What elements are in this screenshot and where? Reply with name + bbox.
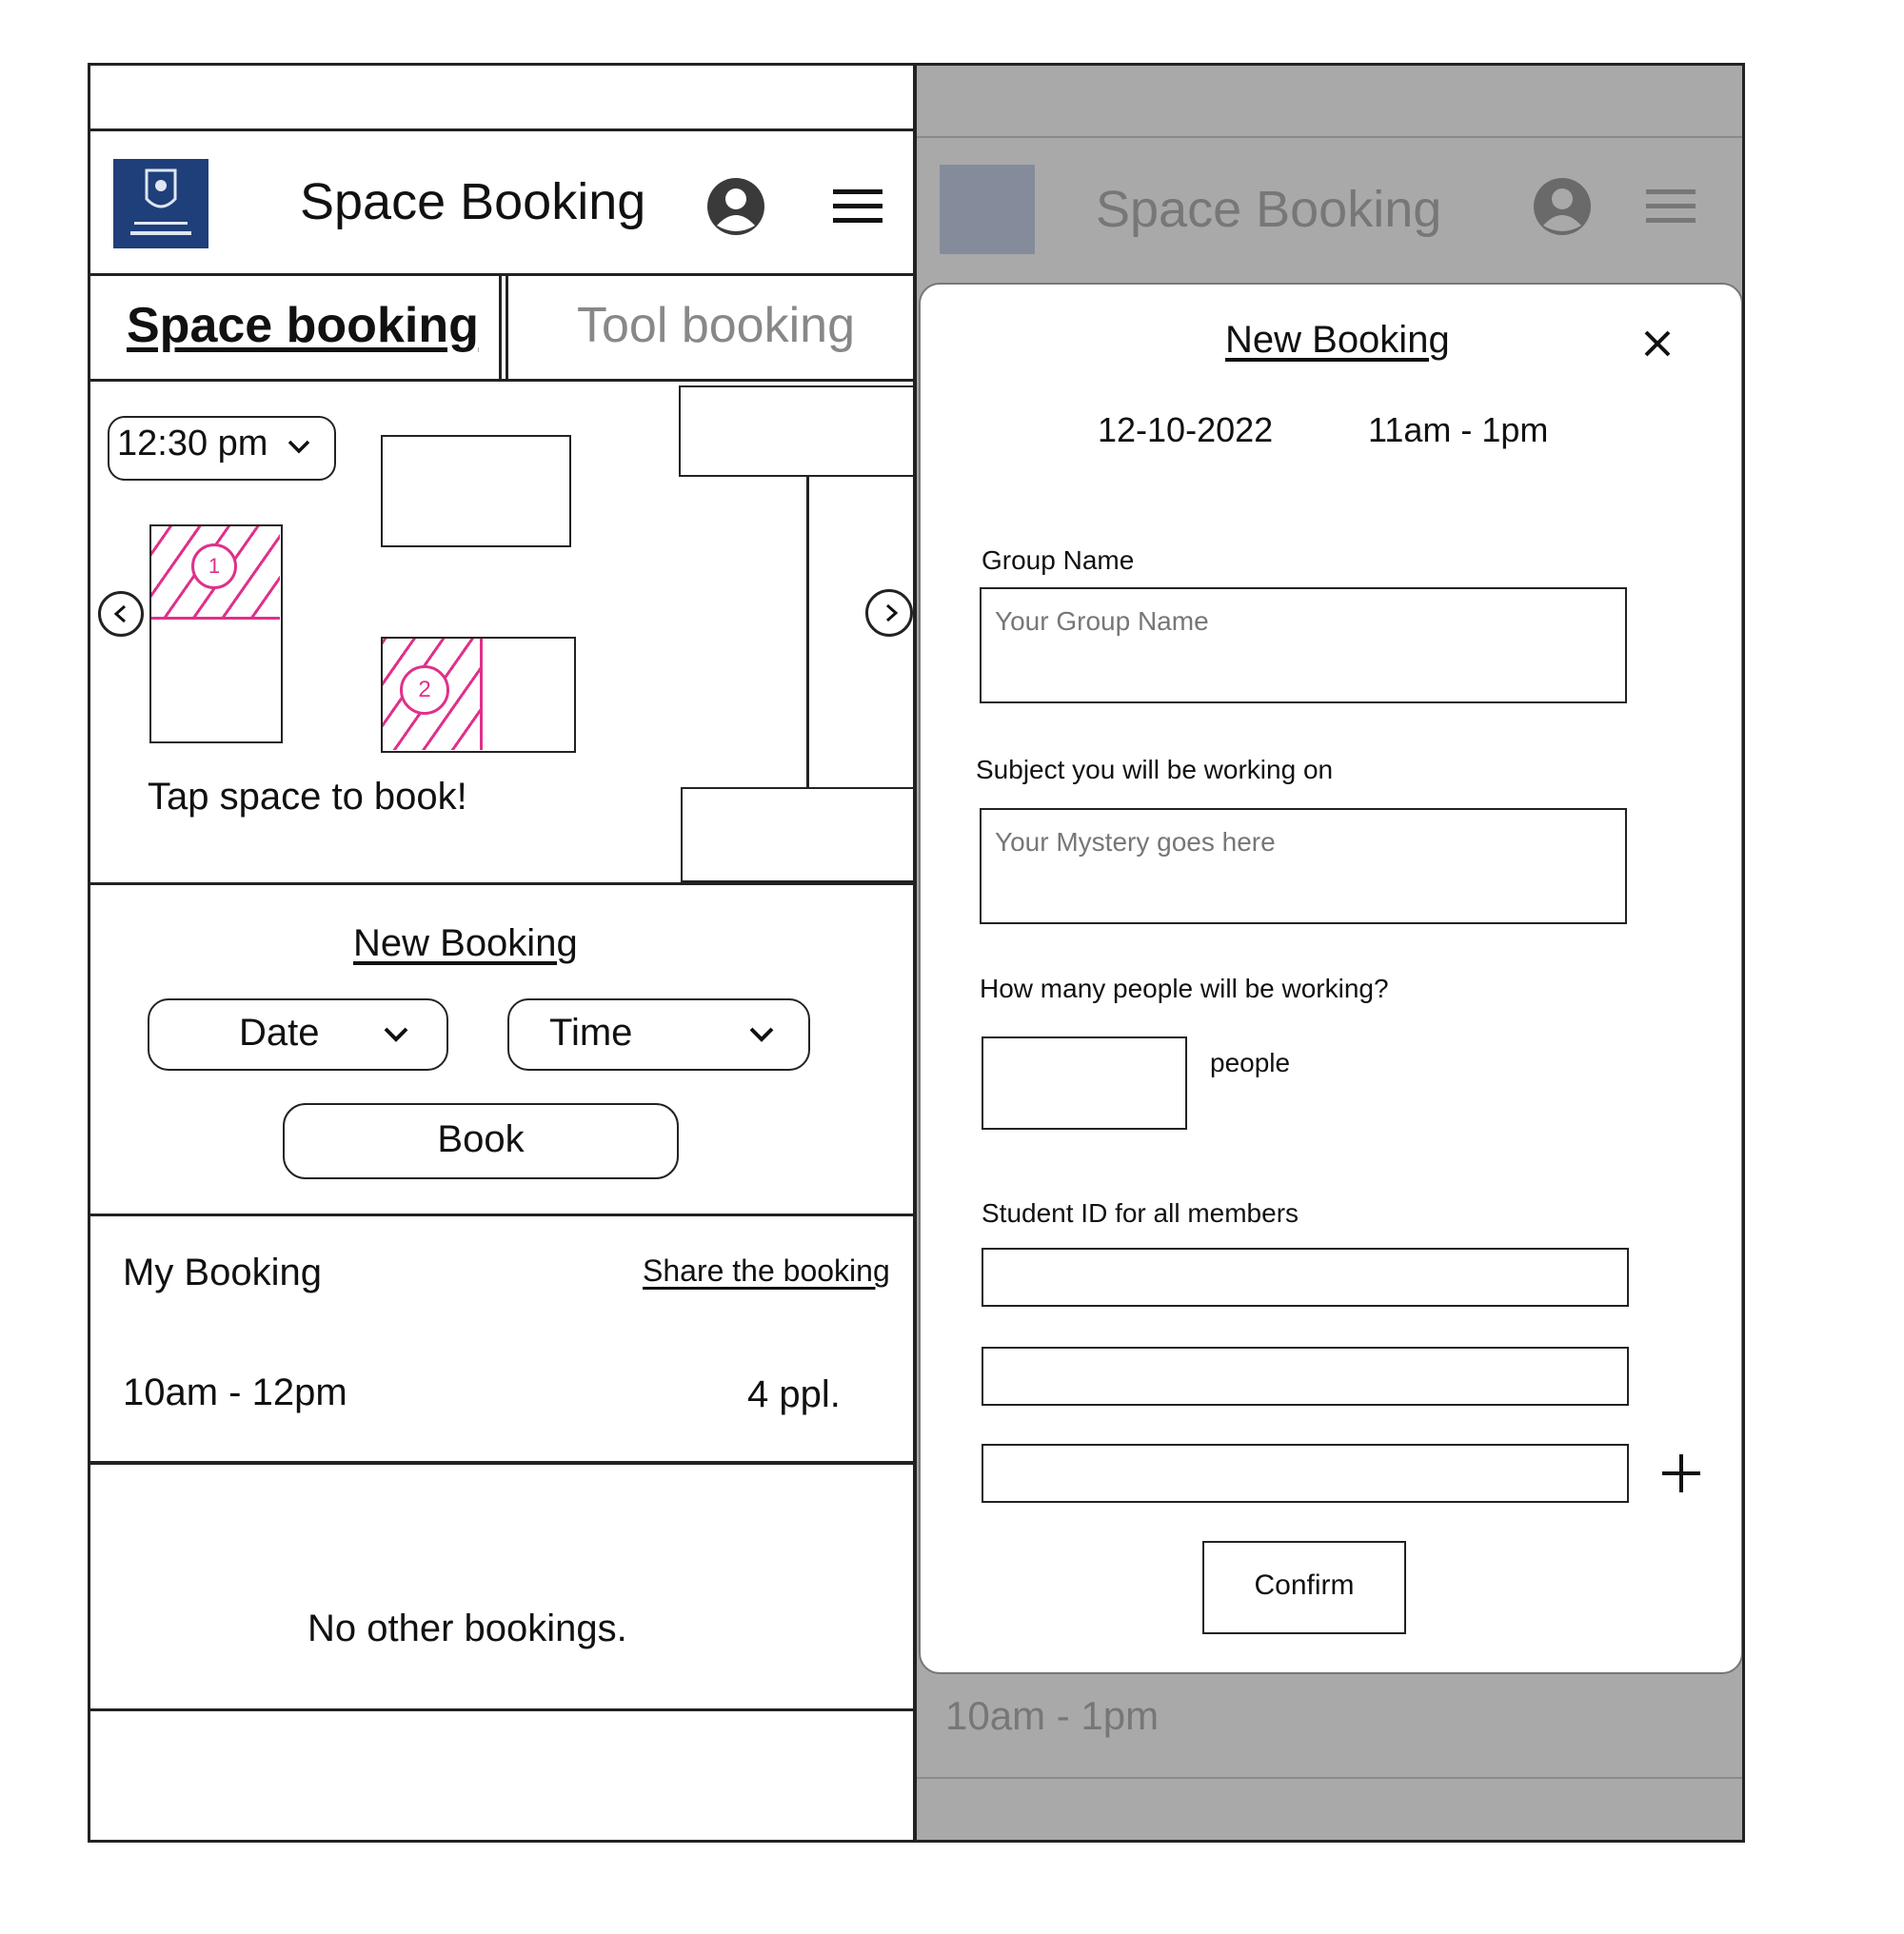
add-member-icon[interactable] (1659, 1451, 1703, 1495)
header-divider (90, 128, 913, 131)
student-id-input[interactable] (982, 1248, 1629, 1307)
modal-title: New Booking (1225, 319, 1450, 361)
overlay-header-divider (917, 136, 1742, 138)
group-name-label: Group Name (982, 545, 1135, 575)
time-select-booking[interactable]: Time (507, 998, 810, 1071)
left-screen: Space Booking Space booking Tool booking… (88, 63, 916, 1843)
space-table-a[interactable] (381, 435, 571, 547)
modal-time: 11am - 1pm (1368, 410, 1549, 449)
space-1[interactable]: 1 (149, 524, 283, 743)
share-booking-link[interactable]: Share the booking (643, 1253, 890, 1289)
group-name-input[interactable]: Your Group Name (980, 587, 1627, 703)
my-booking-time: 10am - 12pm (123, 1372, 347, 1413)
time-select-booking-label: Time (549, 1012, 633, 1054)
student-id-input[interactable] (982, 1347, 1629, 1406)
space-2[interactable]: 2 (381, 637, 576, 753)
student-id-label: Student ID for all members (982, 1198, 1299, 1228)
tab-tool-booking[interactable]: Tool booking (506, 276, 913, 379)
space-2-number: 2 (418, 677, 431, 702)
space-3[interactable] (679, 385, 913, 477)
subject-placeholder: Your Mystery goes here (995, 827, 1276, 857)
chevron-left-icon (113, 604, 126, 623)
map-next-button[interactable] (865, 589, 913, 637)
header-title: Space Booking (300, 173, 646, 230)
confirm-button[interactable]: Confirm (1202, 1541, 1406, 1634)
modal-date: 12-10-2022 (1098, 410, 1274, 449)
right-screen: Space Booking 10am - 1pm New Booking 12-… (914, 63, 1745, 1843)
chevron-down-icon (287, 437, 311, 461)
account-icon[interactable] (705, 176, 766, 237)
chevron-down-icon (749, 1027, 774, 1042)
hamburger-menu-icon (1644, 187, 1697, 226)
bottom-divider (90, 1708, 913, 1711)
people-unit: people (1210, 1048, 1291, 1077)
student-id-input[interactable] (982, 1444, 1629, 1503)
space-1-number: 1 (208, 554, 221, 578)
book-button-label: Book (437, 1118, 525, 1160)
other-bookings-text: No other bookings. (307, 1608, 627, 1649)
tab-space-booking-label: Space booking (127, 298, 479, 353)
hamburger-menu-icon[interactable] (831, 187, 884, 226)
chevron-right-icon (886, 603, 899, 622)
space-2-badge: 2 (400, 665, 449, 715)
space-4[interactable] (681, 787, 913, 882)
new-booking-title: New Booking (353, 922, 578, 964)
group-name-placeholder: Your Group Name (995, 606, 1209, 636)
wall-vertical (806, 477, 809, 789)
tabs-divider (90, 379, 913, 385)
confirm-button-label: Confirm (1254, 1569, 1355, 1601)
book-button[interactable]: Book (283, 1103, 679, 1179)
account-icon (1532, 176, 1593, 237)
chevron-down-icon (384, 1027, 408, 1042)
date-select[interactable]: Date (148, 998, 448, 1071)
close-icon[interactable] (1640, 326, 1675, 361)
map-hint: Tap space to book! (148, 776, 467, 818)
behind-booking-time: 10am - 1pm (945, 1693, 1160, 1738)
my-booking-title: My Booking (123, 1252, 322, 1293)
time-select-value: 12:30 pm (117, 424, 268, 464)
map-prev-button[interactable] (98, 591, 144, 637)
new-booking-divider (90, 1214, 913, 1216)
space-1-badge: 1 (191, 543, 237, 589)
university-crest-icon (113, 159, 208, 248)
overlay-header-title: Space Booking (1096, 181, 1442, 238)
new-booking-modal: New Booking 12-10-2022 11am - 1pm Group … (919, 283, 1742, 1674)
people-count-input[interactable] (982, 1036, 1187, 1130)
time-select[interactable]: 12:30 pm (108, 416, 336, 481)
subject-input[interactable]: Your Mystery goes here (980, 808, 1627, 924)
my-booking-divider (90, 1461, 913, 1465)
people-label: How many people will be working? (980, 974, 1389, 1003)
university-crest-icon (940, 165, 1035, 254)
behind-divider (917, 1777, 1742, 1779)
tab-space-booking[interactable]: Space booking (90, 276, 502, 379)
tab-tool-booking-label: Tool booking (577, 298, 855, 353)
subject-label: Subject you will be working on (976, 755, 1334, 784)
map-bottom-divider (90, 882, 913, 885)
date-select-label: Date (239, 1012, 320, 1054)
my-booking-people: 4 ppl. (747, 1373, 841, 1415)
